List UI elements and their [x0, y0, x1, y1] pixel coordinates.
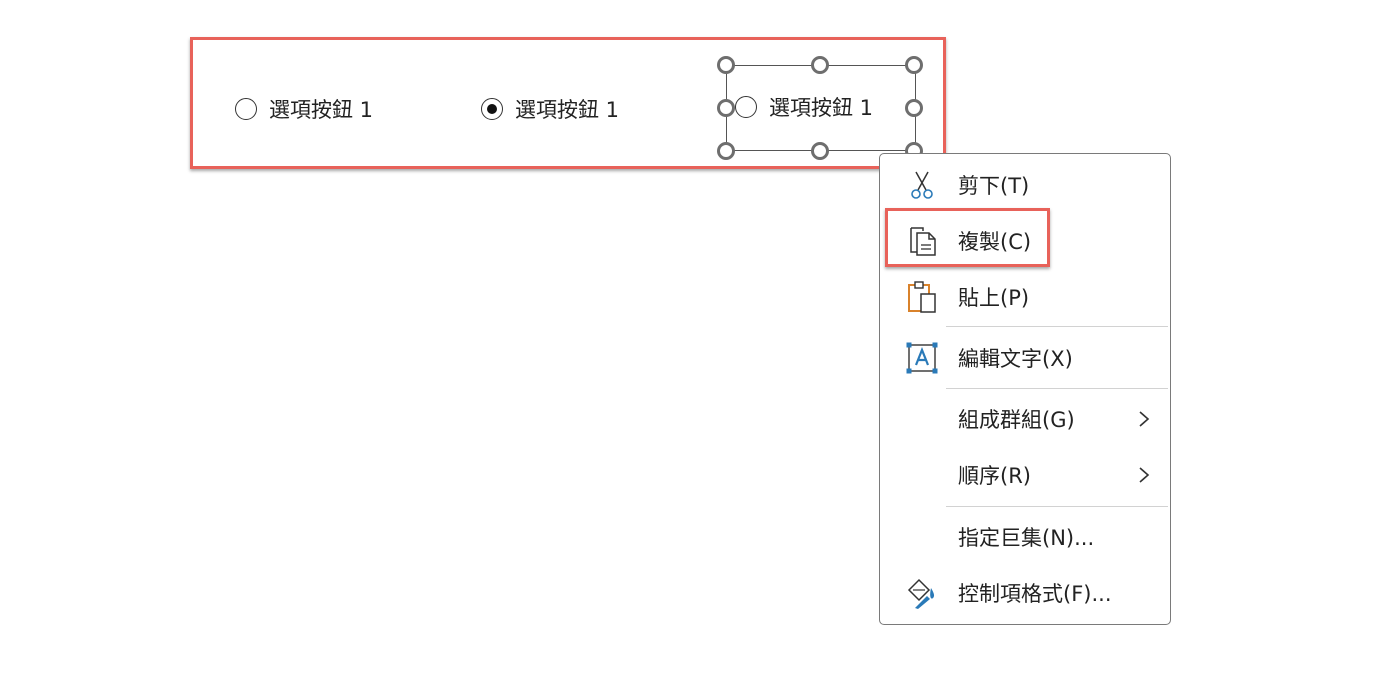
option-button-3[interactable]: 選項按鈕 1	[735, 92, 873, 122]
resize-handle-top-left[interactable]	[717, 56, 735, 74]
menu-item-label: 剪下(T)	[958, 174, 1030, 198]
menu-item-edit-text[interactable]: 編輯文字(X)	[880, 334, 1170, 382]
menu-item-label: 指定巨集(N)...	[958, 526, 1095, 550]
menu-item-label: 編輯文字(X)	[958, 347, 1073, 371]
paste-icon	[904, 279, 940, 315]
selected-control-frame[interactable]: 選項按鈕 1	[717, 56, 923, 160]
radio-button-strip: 選項按鈕 1 選項按鈕 1 選項按鈕 1	[190, 37, 946, 169]
resize-handle-bottom-left[interactable]	[717, 142, 735, 160]
menu-separator	[946, 326, 1168, 327]
option-button-1[interactable]: 選項按鈕 1	[235, 94, 373, 124]
option-button-2[interactable]: 選項按鈕 1	[481, 94, 619, 124]
chevron-right-icon	[1134, 409, 1154, 429]
option-button-label: 選項按鈕 1	[269, 98, 374, 122]
chevron-right-icon	[1134, 465, 1154, 485]
resize-handle-right[interactable]	[905, 99, 923, 117]
copy-highlight-box	[885, 208, 1050, 267]
option-button-label: 選項按鈕 1	[515, 98, 620, 122]
menu-item-group[interactable]: 組成群組(G)	[880, 395, 1170, 443]
menu-item-assign-macro[interactable]: 指定巨集(N)...	[880, 513, 1170, 561]
menu-separator	[946, 506, 1168, 507]
radio-circle-checked	[481, 98, 503, 120]
edit-text-icon	[904, 340, 940, 376]
resize-handle-top[interactable]	[811, 56, 829, 74]
option-button-label: 選項按鈕 1	[769, 96, 874, 120]
menu-item-paste[interactable]: 貼上(P)	[880, 273, 1170, 321]
menu-item-label: 貼上(P)	[958, 286, 1030, 310]
menu-item-order[interactable]: 順序(R)	[880, 451, 1170, 499]
menu-item-label: 順序(R)	[958, 464, 1031, 488]
menu-separator	[946, 388, 1168, 389]
resize-handle-bottom[interactable]	[811, 142, 829, 160]
menu-item-format-control[interactable]: 控制項格式(F)...	[880, 569, 1170, 617]
format-control-icon	[904, 575, 940, 611]
menu-item-cut[interactable]: 剪下(T)	[880, 161, 1170, 209]
radio-circle-unchecked	[735, 96, 757, 118]
menu-item-label: 控制項格式(F)...	[958, 582, 1112, 606]
resize-handle-left[interactable]	[717, 99, 735, 117]
radio-circle-unchecked	[235, 98, 257, 120]
resize-handle-top-right[interactable]	[905, 56, 923, 74]
scissors-icon	[904, 167, 940, 203]
menu-item-label: 組成群組(G)	[958, 408, 1075, 432]
